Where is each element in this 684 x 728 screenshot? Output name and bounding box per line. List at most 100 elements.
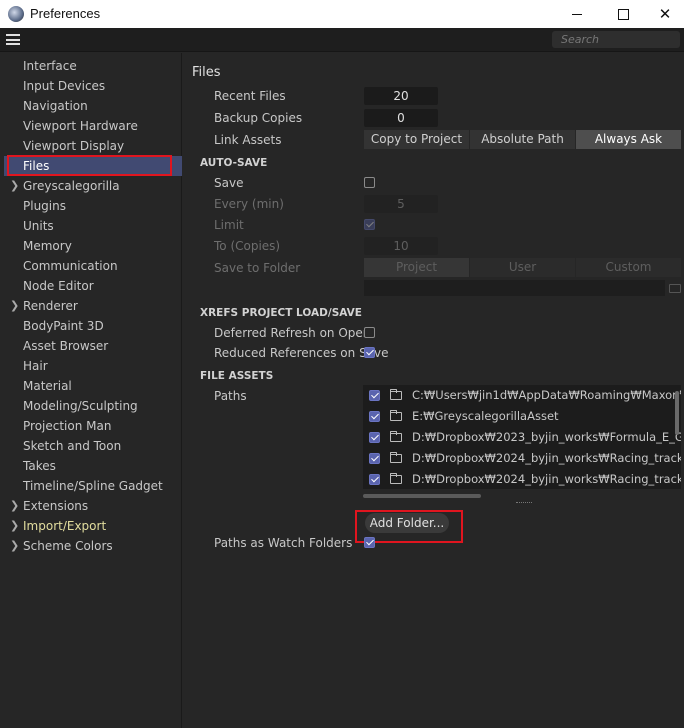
link-assets-segmented-control: Copy to Project Absolute Path Always Ask (364, 130, 681, 149)
path-text: D:₩Dropbox₩2023_byjin_works₩Formula_E_Ge… (412, 430, 681, 444)
sidebar-item-label: Sketch and Toon (23, 439, 122, 453)
preferences-panel: Files Recent Files 20 Backup Copies 0 Li… (183, 53, 684, 728)
sidebar-item-label: Scheme Colors (23, 539, 113, 553)
sidebar-item-timeline-spline-gadget[interactable]: Timeline/Spline Gadget (4, 476, 182, 496)
sidebar-item-extensions[interactable]: ❯ Extensions (4, 496, 182, 516)
save-folder-path-field[interactable] (364, 280, 665, 296)
sidebar-item-hair[interactable]: Hair (4, 356, 182, 376)
file-assets-section-header: FILE ASSETS (200, 370, 274, 382)
chevron-right-icon[interactable]: ❯ (10, 176, 19, 196)
paths-label: Paths (214, 389, 247, 403)
resize-grip-icon[interactable] (516, 502, 532, 505)
search-input[interactable]: Search (552, 31, 680, 48)
link-assets-always-ask-option[interactable]: Always Ask (576, 130, 681, 149)
sidebar-item-material[interactable]: Material (4, 376, 182, 396)
save-to-folder-custom-option[interactable]: Custom (576, 258, 681, 277)
maximize-icon (617, 8, 629, 20)
backup-copies-field[interactable]: 0 (364, 109, 438, 127)
sidebar-item-import-export[interactable]: ❯ Import/Export (4, 516, 182, 536)
page-title: Files (192, 65, 221, 80)
sidebar-item-label: Viewport Display (23, 139, 125, 153)
deferred-refresh-checkbox[interactable] (364, 327, 375, 338)
chevron-right-icon[interactable]: ❯ (10, 536, 19, 556)
browse-folder-icon[interactable] (669, 284, 681, 293)
path-enabled-checkbox[interactable] (369, 432, 380, 443)
sidebar: Interface Input Devices Navigation Viewp… (0, 53, 182, 728)
list-item[interactable]: D:₩Dropbox₩2024_byjin_works₩Racing_track… (363, 469, 681, 489)
vertical-scrollbar[interactable] (675, 391, 679, 435)
save-to-folder-project-option[interactable]: Project (364, 258, 470, 277)
reduced-references-checkbox[interactable] (364, 347, 375, 358)
sidebar-item-takes[interactable]: Takes (4, 456, 182, 476)
chevron-right-icon[interactable]: ❯ (10, 296, 19, 316)
autosave-to-copies-field[interactable]: 10 (364, 237, 438, 255)
autosave-save-label: Save (214, 176, 244, 190)
autosave-section-header: AUTO-SAVE (200, 157, 268, 169)
sidebar-item-units[interactable]: Units (4, 216, 182, 236)
maximize-button[interactable] (600, 0, 646, 28)
sidebar-item-plugins[interactable]: Plugins (4, 196, 182, 216)
sidebar-item-scheme-colors[interactable]: ❯ Scheme Colors (4, 536, 182, 556)
sidebar-item-label: BodyPaint 3D (23, 319, 104, 333)
sidebar-item-node-editor[interactable]: Node Editor (4, 276, 182, 296)
sidebar-item-bodypaint-3d[interactable]: BodyPaint 3D (4, 316, 182, 336)
reduced-references-label: Reduced References on Save (214, 346, 389, 360)
sidebar-item-label: Interface (23, 59, 77, 73)
sidebar-item-label: Extensions (23, 499, 89, 513)
sidebar-item-viewport-hardware[interactable]: Viewport Hardware (4, 116, 182, 136)
autosave-limit-checkbox[interactable] (364, 219, 375, 230)
horizontal-scrollbar[interactable] (363, 494, 481, 498)
chevron-right-icon[interactable]: ❯ (10, 516, 19, 536)
sidebar-item-interface[interactable]: Interface (4, 56, 182, 76)
folder-icon (390, 452, 402, 463)
close-button[interactable]: ✕ (646, 0, 684, 28)
sidebar-item-label: Memory (23, 239, 72, 253)
top-toolbar: Search (0, 28, 684, 52)
sidebar-item-viewport-display[interactable]: Viewport Display (4, 136, 182, 156)
link-assets-absolute-path-option[interactable]: Absolute Path (470, 130, 576, 149)
chevron-right-icon[interactable]: ❯ (10, 496, 19, 516)
list-item[interactable]: D:₩Dropbox₩2024_byjin_works₩Racing_track… (363, 448, 681, 469)
sidebar-item-renderer[interactable]: ❯ Renderer (4, 296, 182, 316)
path-enabled-checkbox[interactable] (369, 474, 380, 485)
xrefs-section-header: XREFS PROJECT LOAD/SAVE (200, 307, 362, 319)
list-item[interactable]: D:₩Dropbox₩2023_byjin_works₩Formula_E_Ge… (363, 427, 681, 448)
close-icon: ✕ (658, 4, 672, 23)
sidebar-item-label: Navigation (23, 99, 88, 113)
minimize-icon (572, 13, 582, 15)
sidebar-item-modeling-sculpting[interactable]: Modeling/Sculpting (4, 396, 182, 416)
autosave-every-field[interactable]: 5 (364, 195, 438, 213)
autosave-save-checkbox[interactable] (364, 177, 375, 188)
cinema4d-logo-icon (8, 6, 24, 22)
sidebar-item-projection-man[interactable]: Projection Man (4, 416, 182, 436)
paths-as-watch-folders-checkbox[interactable] (364, 537, 375, 548)
link-assets-label: Link Assets (214, 133, 282, 147)
save-to-folder-segmented-control: Project User Custom (364, 258, 681, 277)
sidebar-item-communication[interactable]: Communication (4, 256, 182, 276)
hamburger-menu-icon[interactable] (6, 34, 20, 45)
path-enabled-checkbox[interactable] (369, 390, 380, 401)
deferred-refresh-label: Deferred Refresh on Open (214, 326, 371, 340)
sidebar-item-asset-browser[interactable]: Asset Browser (4, 336, 182, 356)
recent-files-field[interactable]: 20 (364, 87, 438, 105)
save-to-folder-user-option[interactable]: User (470, 258, 576, 277)
sidebar-item-label: Renderer (23, 299, 78, 313)
sidebar-item-navigation[interactable]: Navigation (4, 96, 182, 116)
folder-icon (390, 410, 402, 421)
sidebar-item-input-devices[interactable]: Input Devices (4, 76, 182, 96)
path-enabled-checkbox[interactable] (369, 411, 380, 422)
sidebar-item-label: Input Devices (23, 79, 106, 93)
path-text: C:₩Users₩jin1d₩AppData₩Roaming₩Maxon₩Max… (412, 388, 681, 402)
minimize-button[interactable] (554, 0, 600, 28)
recent-files-label: Recent Files (214, 89, 286, 103)
sidebar-item-label: Timeline/Spline Gadget (23, 479, 163, 493)
list-item[interactable]: C:₩Users₩jin1d₩AppData₩Roaming₩Maxon₩Max… (363, 385, 681, 406)
sidebar-item-greyscalegorilla[interactable]: ❯ Greyscalegorilla (4, 176, 182, 196)
sidebar-item-label: Modeling/Sculpting (23, 399, 138, 413)
path-text: D:₩Dropbox₩2024_byjin_works₩Racing_track… (412, 472, 681, 486)
path-enabled-checkbox[interactable] (369, 453, 380, 464)
list-item[interactable]: E:₩GreyscalegorillaAsset (363, 406, 673, 427)
link-assets-copy-to-project-option[interactable]: Copy to Project (364, 130, 470, 149)
sidebar-item-sketch-and-toon[interactable]: Sketch and Toon (4, 436, 182, 456)
sidebar-item-memory[interactable]: Memory (4, 236, 182, 256)
